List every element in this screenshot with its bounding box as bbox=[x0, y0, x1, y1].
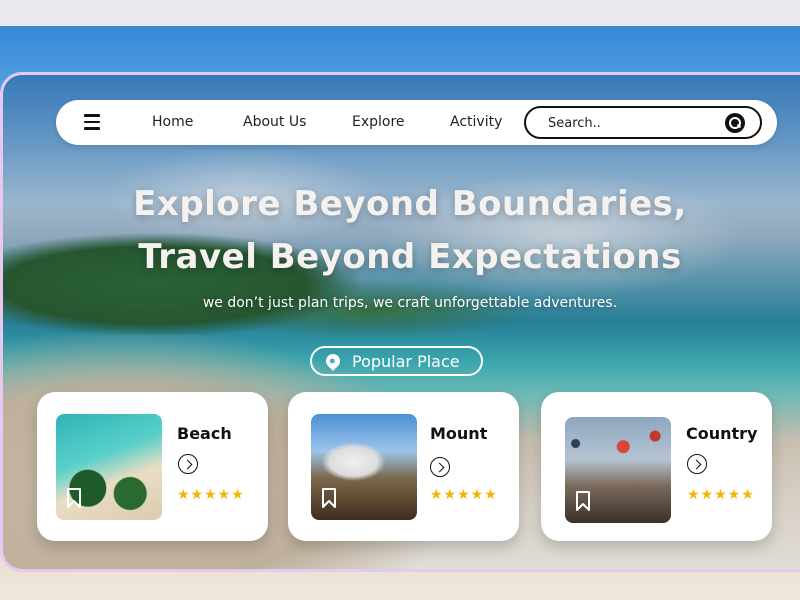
nav-link-about-us[interactable]: About Us bbox=[243, 114, 306, 130]
top-strip bbox=[0, 0, 800, 26]
card-title: Country bbox=[686, 424, 758, 443]
country-thumbnail bbox=[565, 417, 671, 523]
star-rating: ★★★★★ bbox=[430, 487, 498, 503]
star-rating: ★★★★★ bbox=[687, 487, 755, 503]
popular-place-label: Popular Place bbox=[352, 352, 460, 371]
star-rating: ★★★★★ bbox=[177, 487, 245, 503]
search-input[interactable] bbox=[548, 114, 718, 132]
destination-card-mount[interactable]: Mount ★★★★★ bbox=[288, 392, 519, 541]
beach-thumbnail bbox=[56, 414, 162, 520]
mount-thumbnail bbox=[311, 414, 417, 520]
arrow-right-icon[interactable] bbox=[430, 457, 450, 477]
nav-link-activity[interactable]: Activity bbox=[450, 114, 502, 130]
card-title: Mount bbox=[430, 424, 488, 443]
nav-link-home[interactable]: Home bbox=[152, 114, 193, 130]
arrow-right-icon[interactable] bbox=[178, 454, 198, 474]
bookmark-icon[interactable] bbox=[575, 491, 591, 511]
search-icon[interactable] bbox=[725, 113, 745, 133]
hero-title-line-2: Travel Beyond Expectations bbox=[138, 237, 682, 277]
hero-subtitle: we don’t just plan trips, we craft unfor… bbox=[202, 295, 618, 311]
destination-card-beach[interactable]: Beach ★★★★★ bbox=[37, 392, 268, 541]
location-pin-icon bbox=[323, 351, 343, 371]
card-title: Beach bbox=[177, 424, 232, 443]
destination-card-country[interactable]: Country ★★★★★ bbox=[541, 392, 772, 541]
bookmark-icon[interactable] bbox=[321, 488, 337, 508]
popular-place-button[interactable]: Popular Place bbox=[310, 346, 483, 376]
hamburger-menu-icon[interactable] bbox=[84, 114, 100, 130]
bookmark-icon[interactable] bbox=[66, 488, 82, 508]
nav-link-explore[interactable]: Explore bbox=[352, 114, 405, 130]
hero-title-line-1: Explore Beyond Boundaries, bbox=[133, 184, 687, 224]
arrow-right-icon[interactable] bbox=[687, 454, 707, 474]
